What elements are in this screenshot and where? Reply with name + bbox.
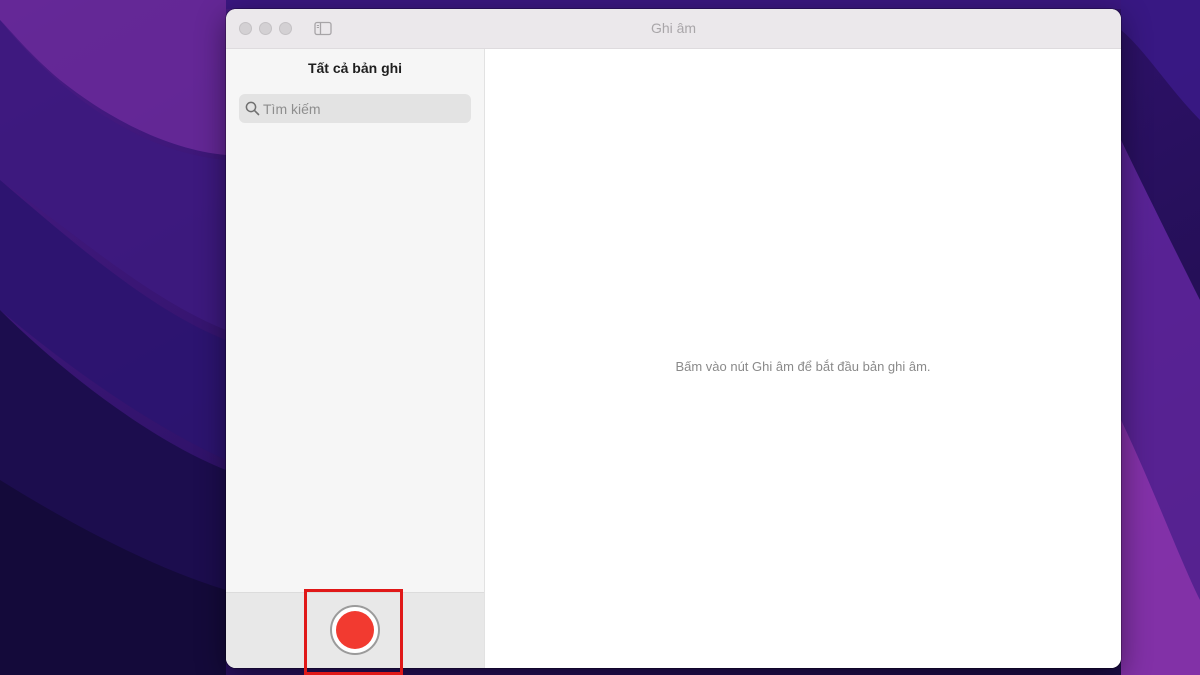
detail-pane: Bấm vào nút Ghi âm để bắt đầu bản ghi âm… (485, 49, 1121, 668)
minimize-icon[interactable] (259, 22, 272, 35)
recordings-sidebar: Tất cả bản ghi (226, 49, 485, 668)
empty-state-message: Bấm vào nút Ghi âm để bắt đầu bản ghi âm… (675, 359, 931, 374)
window-title: Ghi âm (650, 20, 697, 36)
search-field[interactable] (239, 94, 471, 123)
zoom-icon[interactable] (279, 22, 292, 35)
title-bar: Ghi âm (226, 9, 1121, 49)
voice-memos-window: Ghi âm Tất cả bản ghi Bấm vào nút Ghi âm… (226, 9, 1121, 668)
search-icon (245, 101, 260, 116)
record-bar (226, 592, 484, 668)
sidebar-title: Tất cả bản ghi (307, 60, 403, 76)
search-input[interactable] (263, 94, 463, 123)
close-icon[interactable] (239, 22, 252, 35)
record-icon (336, 611, 374, 649)
sidebar-toggle-icon[interactable] (314, 21, 332, 36)
record-button[interactable] (330, 605, 380, 655)
